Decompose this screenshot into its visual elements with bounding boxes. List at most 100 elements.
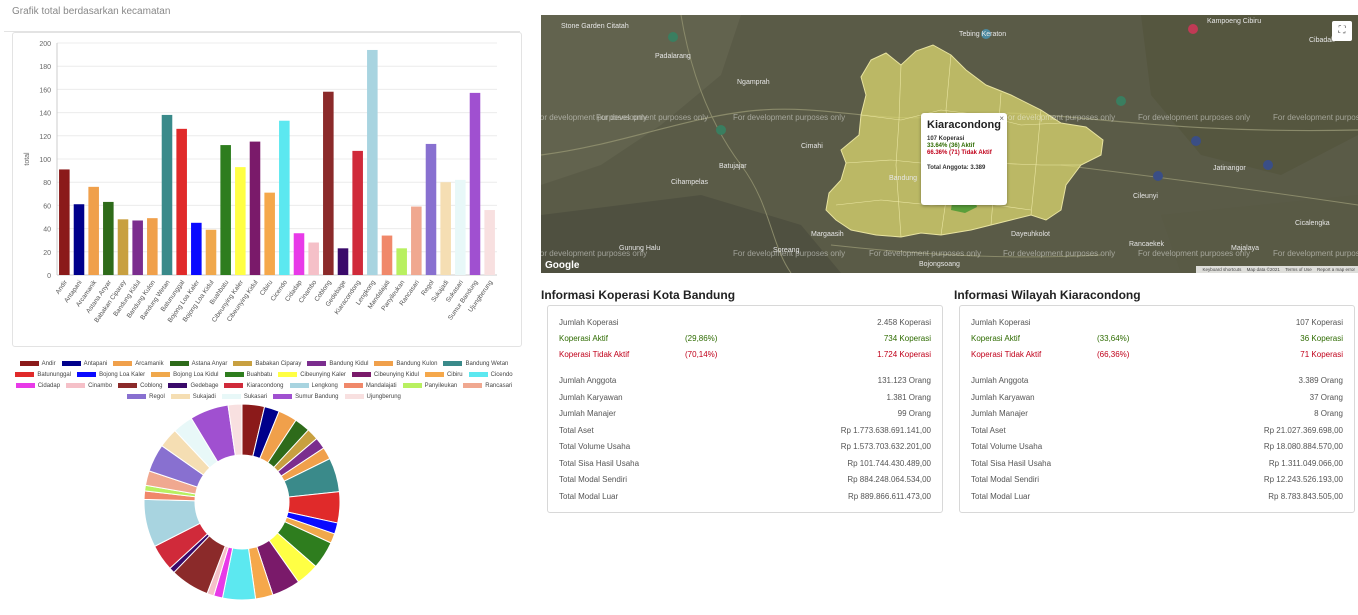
map[interactable]: Stone Garden Citatah Tebing Keraton Kamp… [541, 15, 1358, 273]
legend-item[interactable]: Babakan Ciparay [233, 359, 301, 370]
bar[interactable] [235, 167, 246, 275]
bar[interactable] [249, 141, 261, 275]
legend-item[interactable]: Rancasari [463, 381, 512, 392]
place-label: Bojongsoang [919, 261, 960, 268]
legend-item[interactable]: Gedebage [168, 381, 218, 392]
legend-item[interactable]: Antapani [61, 359, 107, 370]
bar[interactable] [147, 218, 158, 275]
legend-label: Cicendo [490, 372, 513, 378]
info-row-value: 8 Orang [1314, 409, 1343, 418]
legend-swatch [77, 371, 97, 377]
info-row-label: Total Sisa Hasil Usaha [559, 459, 640, 468]
bar[interactable] [220, 145, 231, 275]
bar[interactable] [323, 91, 334, 275]
bar[interactable] [117, 219, 129, 275]
legend-item[interactable]: Cidadap [15, 381, 60, 392]
info-row-value: Rp 21.027.369.698,00 [1263, 426, 1343, 435]
legend-item[interactable]: Mandalajati [343, 381, 397, 392]
legend-item[interactable]: Ujungberung [344, 392, 401, 403]
bar[interactable] [337, 248, 349, 275]
legend-swatch [118, 382, 138, 388]
legend-item[interactable]: Andir [19, 359, 56, 370]
place-label: Padalarang [655, 53, 691, 60]
legend-item[interactable]: Cibeunying Kaler [278, 370, 346, 381]
bar[interactable] [484, 210, 495, 275]
bar[interactable] [381, 235, 393, 275]
bar[interactable] [279, 120, 290, 275]
poi-marker[interactable] [716, 125, 726, 135]
legend-item[interactable]: Cibiru [424, 370, 463, 381]
legend-item[interactable]: Bojong Loa Kaler [77, 370, 145, 381]
legend-item[interactable]: Cinambo [66, 381, 112, 392]
legend-item[interactable]: Astana Anyar [169, 359, 227, 370]
bar[interactable] [293, 233, 305, 275]
keyboard-shortcuts-link[interactable]: Keyboard shortcuts [1203, 267, 1242, 272]
info-row-label: Total Aset [559, 426, 594, 435]
fullscreen-icon[interactable]: ⛶ [1332, 21, 1352, 41]
bar[interactable] [161, 114, 173, 275]
bar[interactable] [469, 92, 481, 275]
bar-chart[interactable]: 020406080100120140160180200totalAndirAnt… [13, 33, 521, 346]
legend-item[interactable]: Bandung Wetan [443, 359, 508, 370]
bar[interactable] [176, 128, 187, 275]
legend-swatch [344, 393, 364, 399]
info-row-label: Jumlah Anggota [971, 376, 1029, 385]
legend-label: Batununggal [37, 372, 72, 378]
bar[interactable] [367, 49, 378, 276]
legend-item[interactable]: Buahbatu [224, 370, 272, 381]
legend-item[interactable]: Cicendo [468, 370, 513, 381]
poi-marker[interactable] [1188, 24, 1198, 34]
legend-label: Ujungberung [366, 394, 401, 400]
place-label: Cibadak [1309, 37, 1335, 44]
info-row-label: Jumlah Karyawan [559, 393, 623, 402]
bar[interactable] [88, 186, 99, 275]
info-tidak-aktif: 66.36% (71) Tidak Aktif [927, 150, 992, 156]
legend-item[interactable]: Bojong Loa Kidul [151, 370, 219, 381]
legend-label: Andir [41, 361, 56, 367]
legend-item[interactable]: Bandung Kidul [307, 359, 368, 370]
bar[interactable] [73, 204, 85, 275]
bar[interactable] [264, 192, 275, 275]
legend-item[interactable]: Coblong [118, 381, 162, 392]
legend-item[interactable]: Panyileukan [402, 381, 458, 392]
place-label: Stone Garden Citatah [561, 23, 629, 30]
legend-item[interactable]: Cibeunying Kidul [351, 370, 419, 381]
close-icon[interactable]: × [999, 114, 1004, 123]
legend-swatch [224, 382, 244, 388]
info-koperasi: 107 Koperasi [927, 136, 965, 142]
bar[interactable] [191, 222, 202, 275]
legend-item[interactable]: Batununggal [15, 370, 71, 381]
bar[interactable] [455, 179, 466, 275]
report-error-link[interactable]: Report a map error [1317, 267, 1355, 272]
map-watermark: For development purposes only [1273, 249, 1358, 258]
map-data-text: Map data ©2021 [1246, 267, 1280, 272]
legend-label: Bandung Kulon [396, 361, 438, 367]
pie-legend[interactable]: Andir Antapani Arcamanik Astana Anyar Babaka… [4, 359, 524, 403]
poi-marker[interactable] [1263, 160, 1273, 170]
legend-label: Panyileukan [424, 383, 458, 389]
bar[interactable] [59, 169, 70, 275]
bar[interactable] [440, 182, 451, 275]
legend-item[interactable]: Bandung Kulon [374, 359, 437, 370]
legend-item[interactable]: Kiaracondong [224, 381, 284, 392]
legend-item[interactable]: Arcamanik [113, 359, 164, 370]
bar[interactable] [425, 143, 437, 275]
legend-item[interactable]: Lengkong [289, 381, 338, 392]
bar[interactable] [411, 206, 422, 275]
bar[interactable] [205, 229, 217, 275]
bar[interactable] [132, 220, 143, 275]
legend-swatch [289, 382, 309, 388]
info-row-value: 2.458 Koperasi [877, 318, 931, 327]
poi-marker[interactable] [1153, 171, 1163, 181]
bar[interactable] [308, 242, 319, 275]
bar[interactable] [103, 201, 114, 275]
poi-marker[interactable] [1191, 136, 1201, 146]
bar[interactable] [352, 150, 363, 275]
info-row-label: Total Volume Usaha [559, 442, 631, 451]
terms-link[interactable]: Terms of Use [1285, 267, 1312, 272]
poi-marker[interactable] [668, 32, 678, 42]
bar[interactable] [396, 248, 407, 275]
poi-marker[interactable] [1116, 96, 1126, 106]
donut-chart[interactable] [139, 399, 345, 605]
info-row-label: Koperasi Tidak Aktif [971, 350, 1042, 359]
